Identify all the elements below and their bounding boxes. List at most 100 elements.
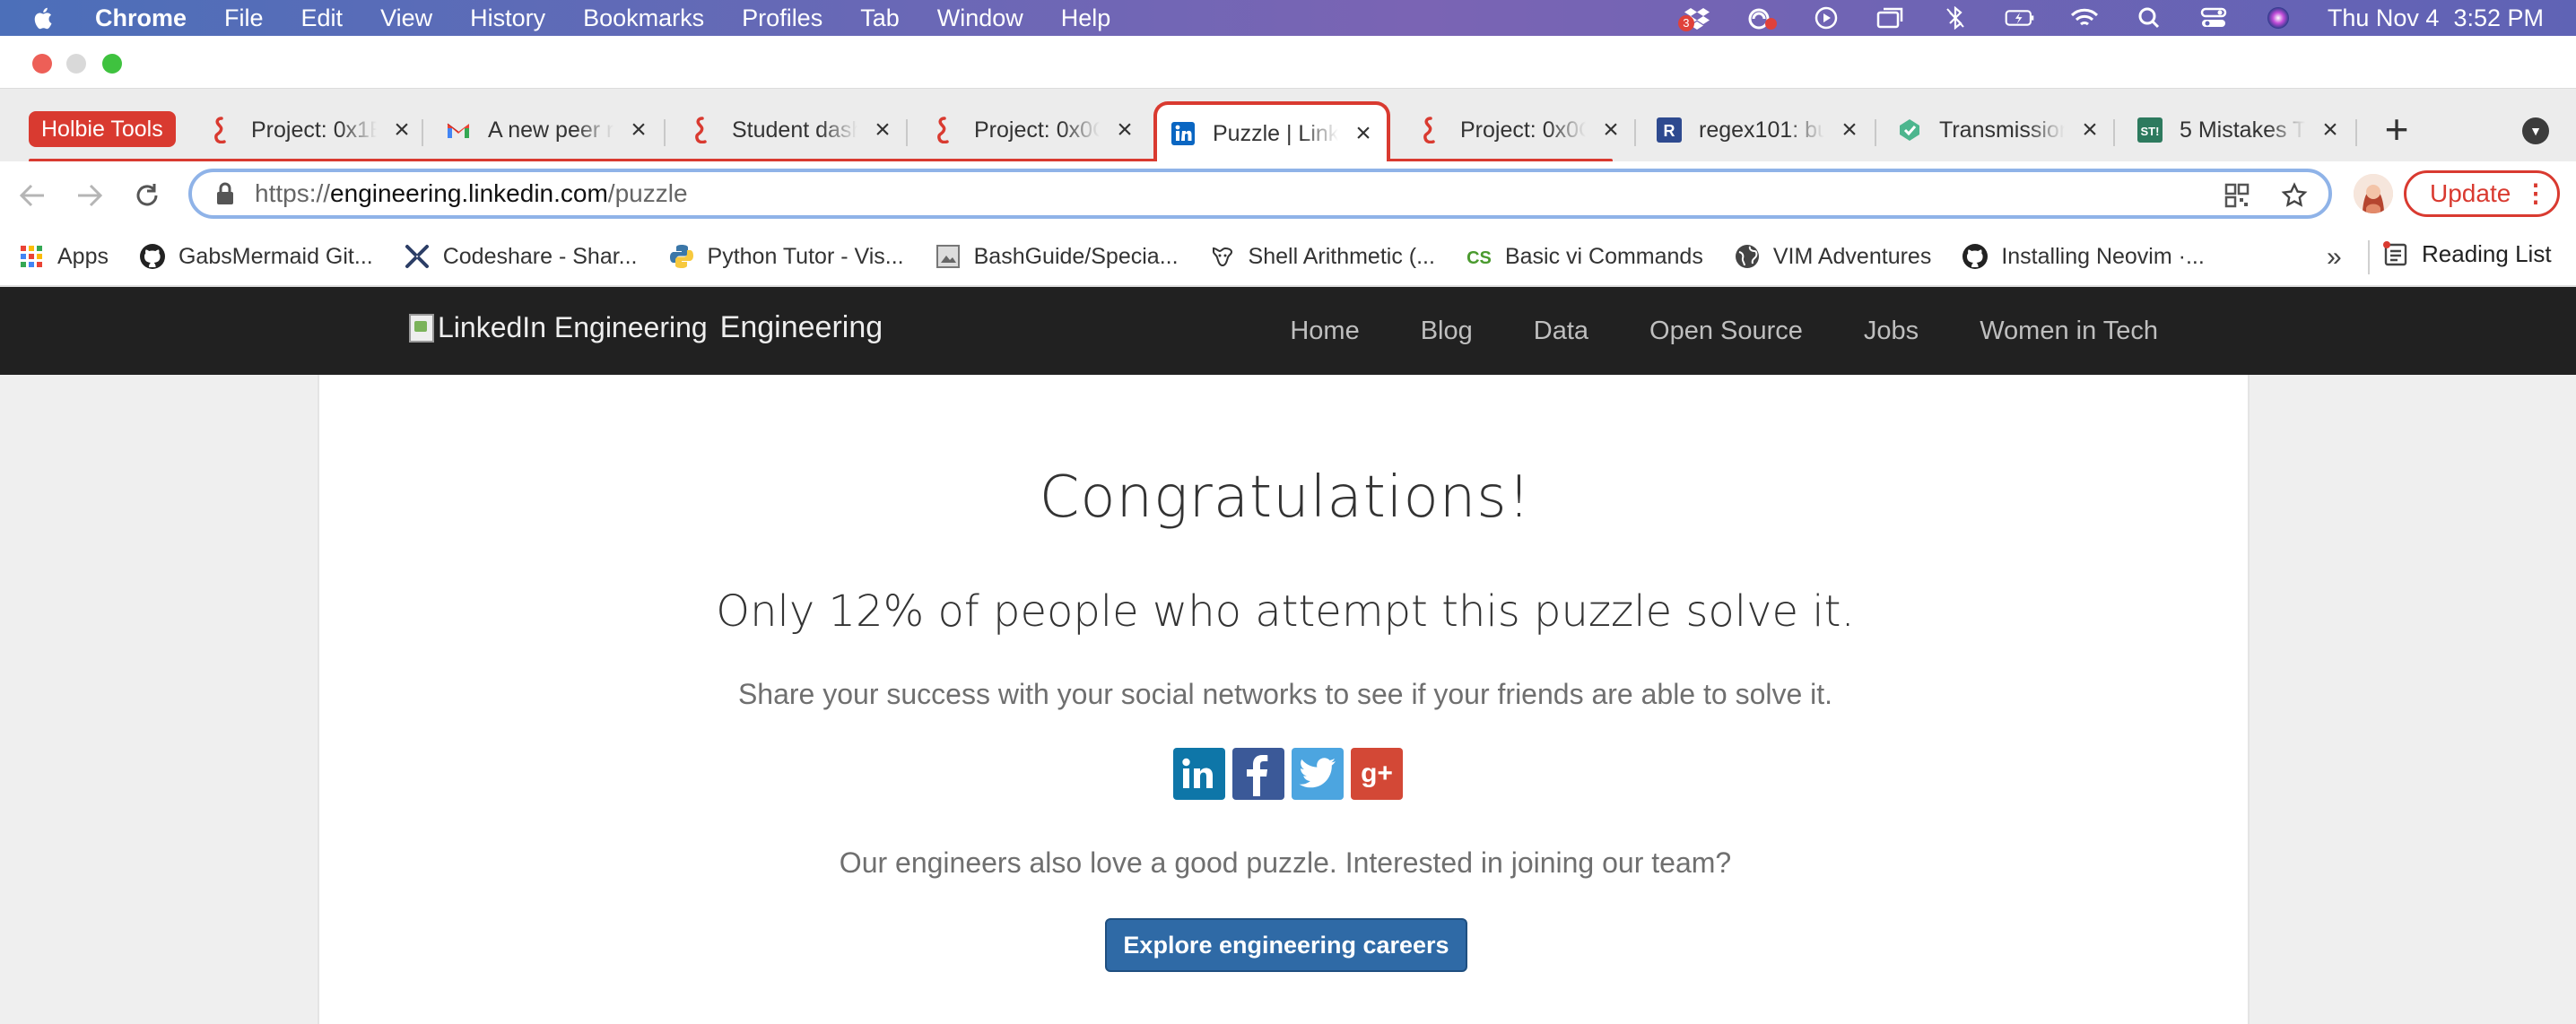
close-tab-icon[interactable]: × [2079, 117, 2101, 143]
menu-edit[interactable]: Edit [301, 4, 344, 32]
tab-regex101[interactable]: R regex101: bu × [1656, 105, 1860, 155]
twitter-share-icon[interactable] [1292, 748, 1344, 800]
qr-code-icon[interactable] [2223, 181, 2251, 210]
tab-title: A new peer r [488, 117, 614, 143]
menu-view[interactable]: View [380, 4, 432, 32]
forward-button[interactable] [72, 178, 108, 213]
update-chrome-button[interactable]: Update ⋮ [2404, 170, 2560, 217]
close-tab-icon[interactable]: × [628, 117, 649, 143]
cs-icon: CS [1466, 243, 1493, 270]
close-tab-icon[interactable]: × [1600, 117, 1622, 143]
cloud-sync-alert-dot [1764, 18, 1777, 30]
python-icon [668, 243, 695, 270]
macos-menu-bar: Chrome File Edit View History Bookmarks … [0, 0, 2576, 36]
profile-avatar[interactable] [2354, 174, 2393, 213]
wifi-icon[interactable] [2069, 6, 2100, 30]
bookmark-vim-adventures[interactable]: VIM Adventures [1734, 243, 1931, 270]
menu-app-chrome[interactable]: Chrome [95, 4, 187, 32]
menu-window[interactable]: Window [937, 4, 1023, 32]
menu-help[interactable]: Help [1061, 4, 1111, 32]
reading-list-button[interactable]: Reading List [2382, 240, 2552, 268]
tab-gmail[interactable]: A new peer r × [445, 105, 649, 155]
more-menu-icon[interactable]: ⋮ [2523, 180, 2548, 207]
explore-careers-button[interactable]: Explore engineering careers [1105, 918, 1467, 972]
control-center-icon[interactable] [2198, 6, 2229, 30]
bookmarks-overflow-button[interactable]: » [2327, 242, 2342, 273]
close-tab-icon[interactable]: × [872, 117, 893, 143]
close-tab-icon[interactable]: × [2319, 117, 2341, 143]
tab-project-1[interactable]: Project: 0x1E × [208, 105, 413, 155]
dropbox-badge: 3 [1677, 15, 1694, 31]
url-path: /puzzle [607, 179, 688, 207]
menu-tab[interactable]: Tab [860, 4, 900, 32]
bookmark-apps[interactable]: Apps [18, 243, 109, 270]
nav-home[interactable]: Home [1290, 317, 1359, 346]
bookmark-star-icon[interactable] [2280, 181, 2309, 210]
transmission-icon [1896, 117, 1923, 143]
bashguide-icon [935, 243, 962, 270]
linkedin-share-icon[interactable] [1173, 748, 1225, 800]
close-tab-icon[interactable]: × [1839, 117, 1860, 143]
screens-icon[interactable] [1875, 6, 1906, 30]
site-logo-link[interactable]: LinkedIn Engineering Engineering [409, 310, 883, 345]
bookmark-shell-arithmetic[interactable]: Shell Arithmetic (... [1209, 243, 1435, 270]
tab-title: Student dashb [732, 117, 857, 143]
close-tab-icon[interactable]: × [1114, 117, 1136, 143]
lock-icon[interactable] [215, 182, 235, 205]
siri-icon[interactable] [2263, 6, 2293, 30]
apple-logo-icon[interactable] [30, 4, 57, 31]
bookmark-label: Installing Neovim ·... [2001, 243, 2205, 269]
github-icon [139, 243, 166, 270]
menu-profiles[interactable]: Profiles [742, 4, 822, 32]
minimize-window-button[interactable] [66, 54, 86, 74]
solve-rate-heading: Only 12% of people who attempt this puzz… [716, 586, 1855, 637]
tab-transmission[interactable]: Transmission × [1896, 105, 2101, 155]
nav-blog[interactable]: Blog [1421, 317, 1473, 346]
tab-student-dashboard[interactable]: Student dashb × [689, 105, 893, 155]
back-button[interactable] [14, 178, 50, 213]
github-icon [1962, 243, 1989, 270]
tab-project-3[interactable]: Project: 0x0C × [1417, 105, 1622, 155]
tab-separator [2113, 119, 2115, 146]
close-tab-icon[interactable]: × [1353, 120, 1374, 147]
tab-search-button[interactable]: ▼ [2522, 117, 2549, 144]
logo-alt-text: LinkedIn Engineering [438, 311, 708, 343]
nav-women-in-tech[interactable]: Women in Tech [1980, 317, 2158, 346]
new-tab-button[interactable]: + [2379, 108, 2415, 150]
spotlight-search-icon[interactable] [2134, 6, 2164, 30]
bluetooth-off-icon[interactable] [1940, 6, 1971, 30]
play-circle-icon[interactable] [1811, 6, 1841, 30]
bookmark-basic-vi[interactable]: CS Basic vi Commands [1466, 243, 1703, 270]
svg-text:CS: CS [1466, 248, 1492, 268]
social-share-buttons: g+ [1173, 748, 1403, 800]
menu-history[interactable]: History [470, 4, 545, 32]
menu-file[interactable]: File [224, 4, 264, 32]
bookmark-bashguide[interactable]: BashGuide/Specia... [935, 243, 1179, 270]
nav-open-source[interactable]: Open Source [1649, 317, 1803, 346]
menubar-clock[interactable]: Thu Nov 4 3:52 PM [2328, 4, 2544, 32]
address-bar[interactable]: https://engineering.linkedin.com/puzzle [188, 169, 2332, 219]
tab-group-chip[interactable]: Holbie Tools [29, 111, 176, 147]
tab-linkedin-puzzle-active[interactable]: Puzzle | Linke × [1153, 101, 1390, 162]
nav-jobs[interactable]: Jobs [1864, 317, 1919, 346]
battery-charging-icon[interactable] [2005, 6, 2035, 30]
tab-separator [906, 119, 908, 146]
reload-button[interactable] [129, 178, 165, 213]
nav-data[interactable]: Data [1534, 317, 1588, 346]
close-tab-icon[interactable]: × [391, 117, 413, 143]
close-window-button[interactable] [32, 54, 52, 74]
tab-project-2[interactable]: Project: 0x0C × [931, 105, 1136, 155]
tab-5-mistakes[interactable]: ST! 5 Mistakes T × [2137, 105, 2341, 155]
page-title: Congratulations! [1039, 464, 1532, 531]
bookmark-label: GabsMermaid Git... [178, 243, 373, 269]
googleplus-share-icon[interactable]: g+ [1351, 748, 1403, 800]
bookmark-python-tutor[interactable]: Python Tutor - Vis... [668, 243, 904, 270]
bookmark-installing-neovim[interactable]: Installing Neovim ·... [1962, 243, 2205, 270]
bookmark-gabsmermaid[interactable]: GabsMermaid Git... [139, 243, 373, 270]
bookmark-codeshare[interactable]: Codeshare - Shar... [404, 243, 638, 270]
facebook-share-icon[interactable] [1232, 748, 1284, 800]
menu-bookmarks[interactable]: Bookmarks [583, 4, 704, 32]
cloud-sync-icon[interactable] [1746, 6, 1777, 30]
zoom-window-button[interactable] [102, 54, 122, 74]
dropbox-icon[interactable]: 3 [1677, 6, 1712, 31]
